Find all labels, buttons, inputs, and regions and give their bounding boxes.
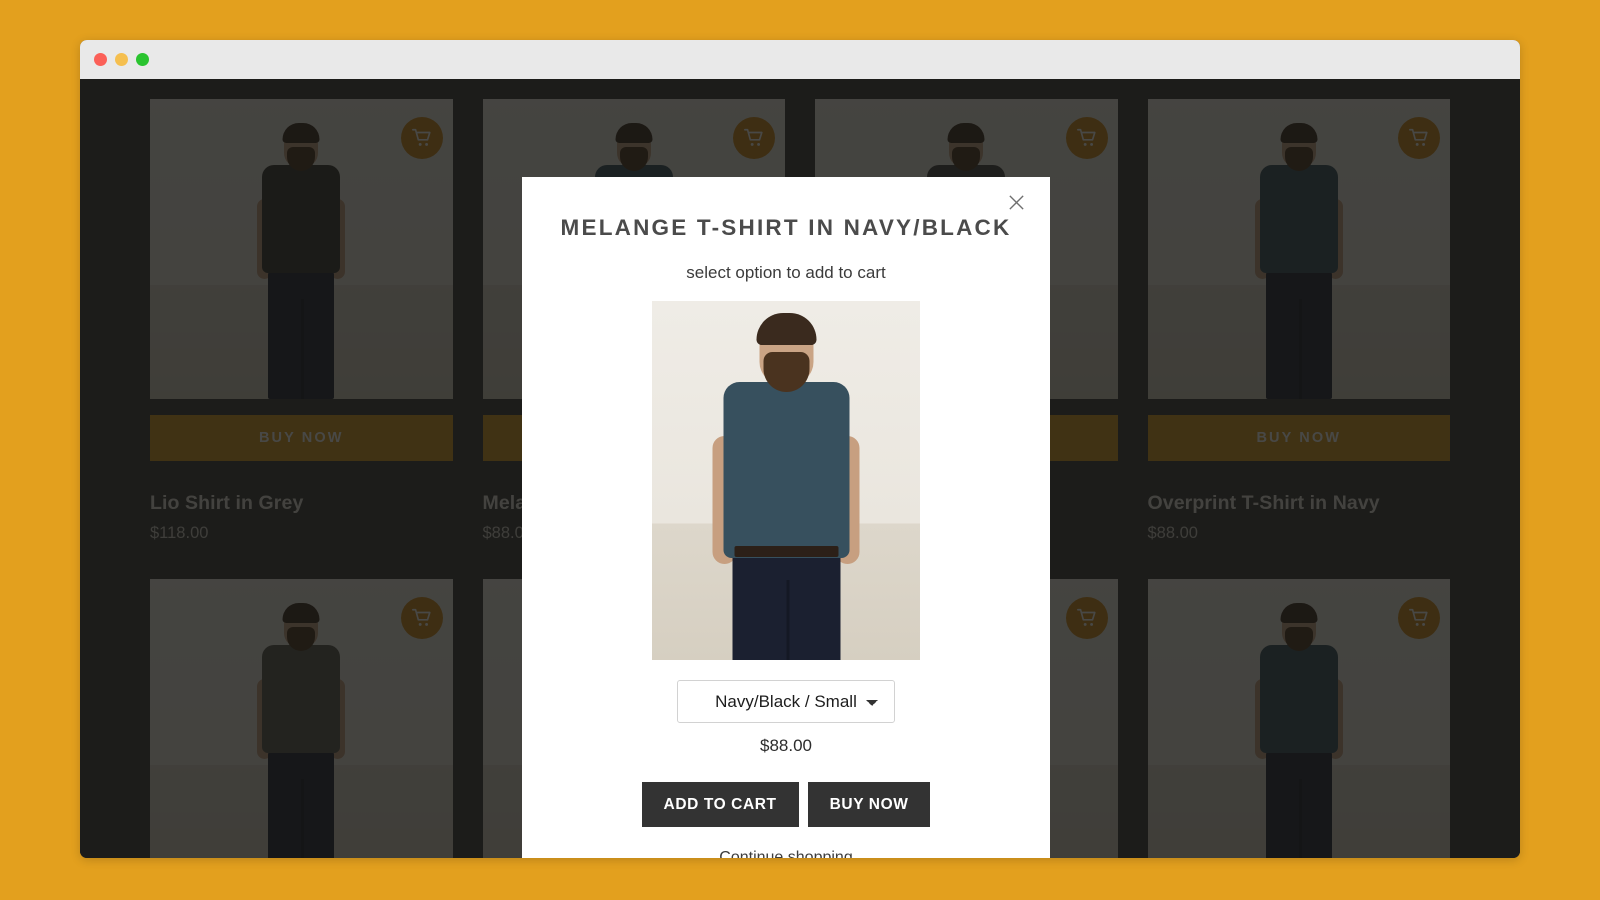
buy-now-button[interactable]: BUY NOW <box>807 782 931 827</box>
modal-subtitle: select option to add to cart <box>686 263 886 282</box>
modal-product-title: MELANGE T-SHIRT IN NAVY/BLACK <box>560 215 1012 240</box>
modal-actions: ADD TO CART BUY NOW <box>641 782 931 827</box>
product-photo <box>652 301 920 660</box>
close-icon[interactable] <box>1001 187 1031 217</box>
modal-price: $88.00 <box>760 736 812 755</box>
minimize-window-button[interactable] <box>115 53 128 66</box>
figure-belt <box>734 545 838 557</box>
traffic-lights <box>94 53 149 66</box>
figure-jeans <box>732 549 840 660</box>
close-window-button[interactable] <box>94 53 107 66</box>
page-viewport: BUY NOWGolf Shoe in White$568.00BUY NOWI… <box>80 79 1520 858</box>
browser-window: BUY NOWGolf Shoe in White$568.00BUY NOWI… <box>80 40 1520 858</box>
model-figure <box>699 310 874 660</box>
variant-select[interactable]: Navy/Black / SmallNavy/Black / MediumNav… <box>677 679 895 723</box>
continue-shopping-link[interactable]: Continue shopping <box>719 849 852 858</box>
figure-tshirt <box>723 381 849 558</box>
figure-hair <box>756 312 816 345</box>
modal-product-image <box>652 301 920 660</box>
maximize-window-button[interactable] <box>136 53 149 66</box>
browser-titlebar <box>80 40 1520 79</box>
add-to-cart-button[interactable]: ADD TO CART <box>641 782 799 827</box>
quick-view-modal: MELANGE T-SHIRT IN NAVY/BLACK select opt… <box>522 177 1050 858</box>
